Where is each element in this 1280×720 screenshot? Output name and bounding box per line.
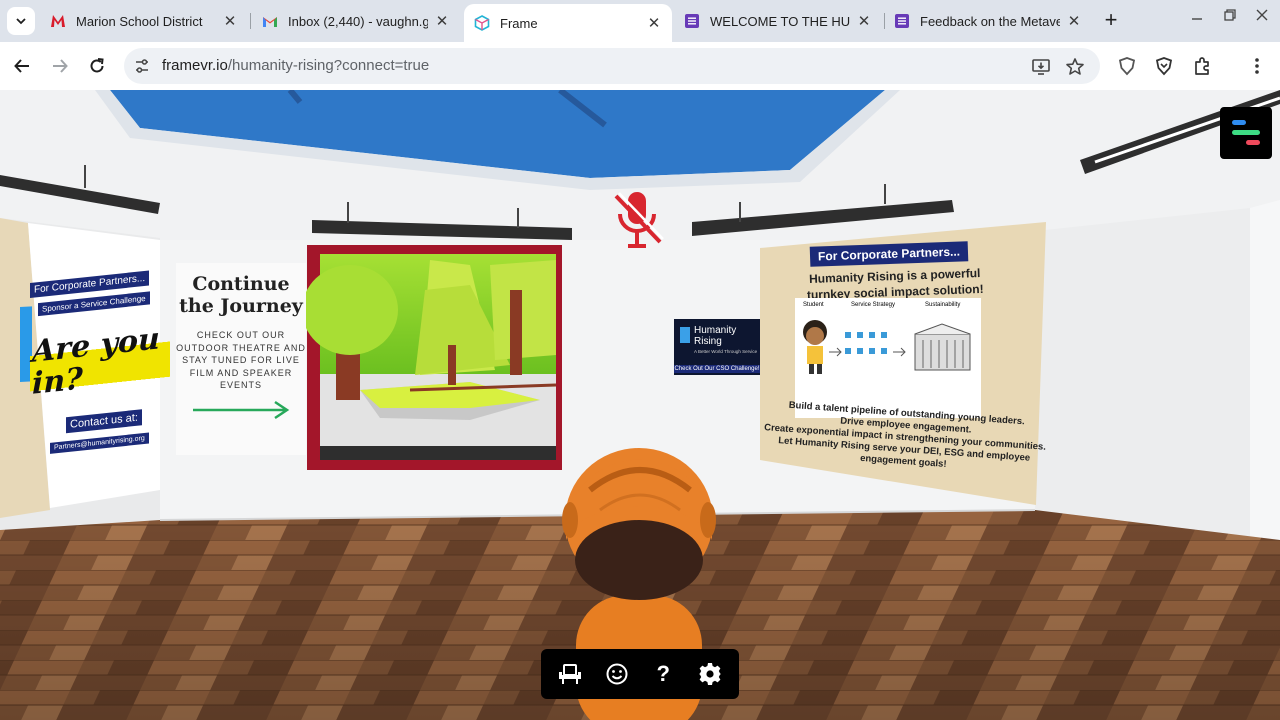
shield-extension-icon[interactable] [1115, 54, 1139, 78]
settings-icon [698, 663, 721, 685]
tab-title: Frame [500, 15, 538, 31]
site-info-icon[interactable] [132, 56, 152, 76]
bookmark-star-icon[interactable] [1064, 56, 1086, 78]
tab-title: WELCOME TO THE HUM [710, 13, 850, 29]
humanity-rising-small-poster[interactable]: Humanity Rising A Better World Through S… [674, 319, 760, 375]
help-button[interactable]: ? [645, 656, 681, 692]
tab-title: Feedback on the Metave [920, 13, 1060, 29]
arrow-left-icon [14, 59, 29, 73]
minimize-icon [1192, 18, 1202, 20]
vr-viewport[interactable]: Continue the Journey CHECK OUT OUR OUTDO… [0, 90, 1280, 720]
browser-menu-icon[interactable] [1245, 54, 1269, 78]
close-icon[interactable]: ✕ [222, 12, 238, 30]
chevron-down-icon [16, 18, 26, 25]
reload-button[interactable] [84, 53, 110, 79]
close-window-button[interactable] [1251, 8, 1273, 26]
marion-favicon [50, 13, 66, 29]
tab-marion-school[interactable]: Marion School District ✕ [40, 4, 248, 38]
tab-separator [250, 13, 251, 29]
tab-feedback[interactable]: Feedback on the Metave ✕ [884, 4, 1092, 38]
hr-logo-icon [680, 327, 690, 343]
arrow-right-icon [53, 59, 68, 73]
new-tab-button[interactable]: + [1099, 9, 1123, 33]
tab-title: Inbox (2,440) - vaughn.ga [288, 13, 428, 29]
continue-journey-poster[interactable]: Continue the Journey CHECK OUT OUR OUTDO… [176, 263, 306, 455]
emoji-button[interactable] [599, 656, 635, 692]
arrow-right-icon [193, 400, 290, 419]
rp-diag-label: Student [803, 302, 824, 308]
tab-welcome[interactable]: WELCOME TO THE HUM ✕ [674, 4, 882, 38]
close-icon[interactable]: ✕ [646, 14, 662, 32]
rp-lines: Build a talent pipeline of outstanding y… [758, 398, 1051, 478]
browser-toolbar: framevr.io/humanity-rising?connect=true [0, 42, 1280, 90]
sp-brand: Humanity Rising [694, 325, 737, 347]
gmail-icon [262, 13, 278, 29]
tab-search-button[interactable] [7, 7, 35, 35]
corporate-partners-poster-right[interactable]: For Corporate Partners... Humanity Risin… [760, 230, 1050, 505]
frame-toolbar: ? [541, 649, 739, 699]
install-app-icon[interactable] [1030, 56, 1052, 78]
close-icon [1256, 9, 1268, 21]
forms-icon [684, 13, 700, 29]
restore-button[interactable] [1219, 8, 1241, 26]
tab-frame[interactable]: Frame ✕ [464, 4, 672, 42]
tab-title: Marion School District [76, 13, 203, 29]
settings-button[interactable] [692, 656, 728, 692]
forms-icon [894, 13, 910, 29]
help-icon: ? [656, 661, 670, 686]
minimize-button[interactable] [1186, 8, 1208, 26]
lp-headline: Are you in? [30, 321, 170, 402]
url-text: framevr.io/humanity-rising?connect=true [162, 57, 429, 74]
extensions-puzzle-icon[interactable] [1190, 54, 1214, 78]
close-icon[interactable]: ✕ [1066, 12, 1082, 30]
seat-button[interactable] [552, 656, 588, 692]
lp-email: Partners@humanityrising.org [50, 432, 149, 454]
tab-strip: Marion School District ✕ Inbox (2,440) -… [0, 0, 1280, 42]
address-bar[interactable]: framevr.io/humanity-rising?connect=true [124, 48, 1100, 84]
reload-icon [90, 58, 104, 73]
forward-button[interactable] [47, 53, 73, 79]
corporate-partners-poster-left[interactable]: For Corporate Partners... Sponsor a Serv… [30, 265, 170, 510]
frame-menu-button[interactable] [1220, 107, 1272, 159]
sp-tagline: A Better World Through Service [694, 349, 758, 354]
rp-diagram: Student Service Strategy Sustainability [795, 298, 981, 418]
continue-poster-title: Continue the Journey [179, 273, 303, 317]
url-path: /humanity-rising?connect=true [227, 57, 430, 74]
rp-tag: For Corporate Partners... [809, 241, 969, 267]
rp-diag-label: Service Strategy [851, 302, 896, 308]
close-icon[interactable]: ✕ [434, 12, 450, 30]
emoji-icon [606, 663, 628, 685]
close-icon[interactable]: ✕ [856, 12, 872, 30]
restore-icon [1224, 9, 1236, 21]
frame-cube-icon [474, 15, 490, 31]
sp-caption: Check Out Our CSO Challenge! [674, 365, 760, 373]
seat-icon [559, 664, 582, 684]
url-host: framevr.io [162, 57, 228, 74]
shield-check-extension-icon[interactable] [1152, 54, 1176, 78]
continue-poster-subtitle: CHECK OUT OUR OUTDOOR THEATRE AND STAY T… [176, 330, 306, 390]
back-button[interactable] [9, 53, 35, 79]
frame-menu-icon [1232, 120, 1260, 145]
rp-diag-label: Sustainability [925, 302, 961, 308]
tab-gmail-inbox[interactable]: Inbox (2,440) - vaughn.ga ✕ [252, 4, 460, 38]
